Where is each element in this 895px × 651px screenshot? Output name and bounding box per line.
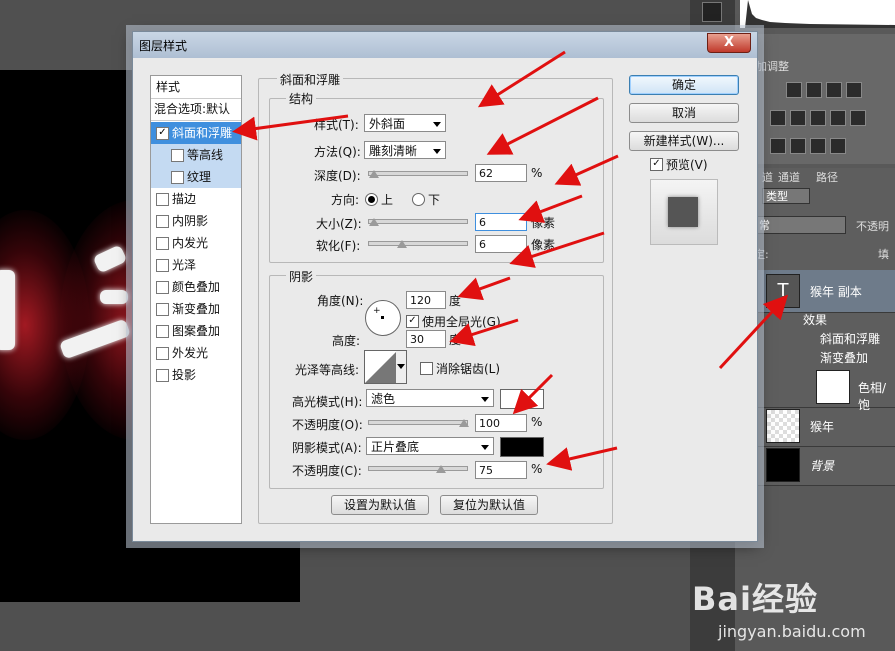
annotation-arrows [232, 50, 789, 471]
arrow-bevel-item [232, 114, 349, 141]
arrow-highlight-opacity [512, 373, 554, 415]
arrow-technique-select [486, 96, 599, 155]
arrow-shadow-opacity [546, 446, 618, 471]
arrow-depth-input [554, 154, 619, 186]
arrow-soften-input [509, 231, 605, 268]
arrow-size-input [518, 194, 583, 223]
arrow-style-select [477, 50, 566, 108]
arrow-angle-input [457, 276, 511, 301]
arrow-altitude-input [449, 318, 519, 346]
arrow-layer-copy [718, 294, 789, 370]
